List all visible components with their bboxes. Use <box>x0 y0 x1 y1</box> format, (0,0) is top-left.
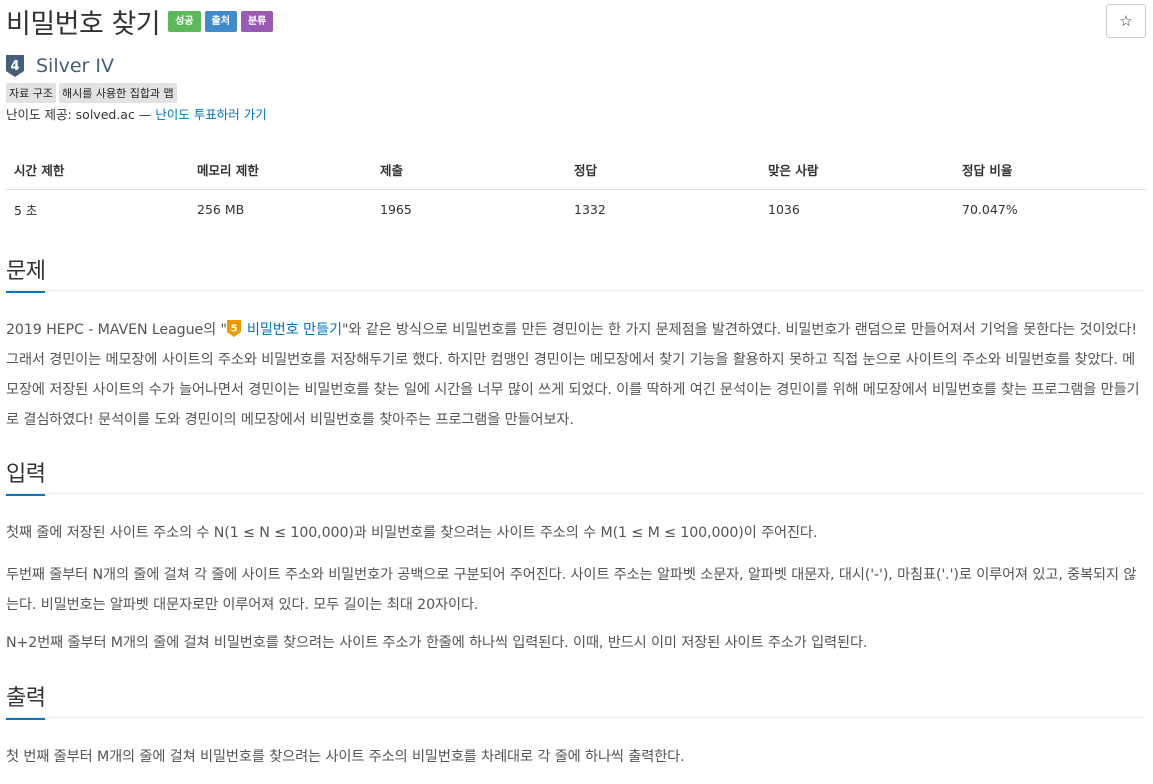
input-paragraph: N+2번째 줄부터 M개의 줄에 걸쳐 비밀번호를 찾으려는 사이트 주소가 한… <box>6 635 868 651</box>
related-problem-tier: 5 <box>230 324 237 335</box>
stats-value-row: 5 초 256 MB 1965 1332 1036 70.047% <box>6 190 1146 230</box>
stats-header-submissions: 제출 <box>372 150 566 190</box>
input-paragraph: 첫째 줄에 저장된 사이트 주소의 수 N(1 ≤ N ≤ 100,000)과 … <box>6 525 818 541</box>
input-heading: 입력 <box>6 456 46 496</box>
stats-ratio: 70.047% <box>962 202 1018 217</box>
stats-header-row: 시간 제한 메모리 제한 제출 정답 맞은 사람 정답 비율 <box>6 150 1146 190</box>
credit-text: 난이도 제공: solved.ac — <box>6 107 156 122</box>
badge-source[interactable]: 출처 <box>204 11 237 32</box>
tag-item[interactable]: 해시를 사용한 집합과 맵 <box>58 83 177 103</box>
problem-description: 2019 HEPC - MAVEN League의 " 5 비밀번호 만들기"와 같… <box>6 315 1146 435</box>
tier-name[interactable]: Silver IV <box>36 55 114 77</box>
related-problem-link[interactable]: 5 비밀번호 만들기 <box>226 320 342 338</box>
output-section-header: 출력 <box>6 680 1146 720</box>
output-heading: 출력 <box>6 680 46 720</box>
silver-tier-icon: 4 <box>6 55 24 77</box>
stats-memory-limit: 256 MB <box>197 202 245 217</box>
problem-text-before: 2019 HEPC - MAVEN League의 " <box>6 322 227 338</box>
stats-submissions: 1965 <box>380 202 412 217</box>
input-section-header: 입력 <box>6 456 1146 496</box>
difficulty-credit: 난이도 제공: solved.ac — 난이도 투표하러 가기 <box>6 104 267 123</box>
title-row: 비밀번호 찾기 성공 출처 분류 <box>6 2 274 41</box>
stats-header-time-limit: 시간 제한 <box>6 150 189 190</box>
page-title: 비밀번호 찾기 <box>6 9 161 40</box>
stats-accepted: 1332 <box>574 202 606 217</box>
stats-header-ratio: 정답 비율 <box>954 150 1146 190</box>
stats-header-accepted: 정답 <box>566 150 760 190</box>
output-paragraph: 첫 번째 줄부터 M개의 줄에 걸쳐 비밀번호를 찾으려는 사이트 주소의 비밀… <box>6 749 685 765</box>
badge-success[interactable]: 성공 <box>168 11 201 32</box>
related-problem-title: 비밀번호 만들기 <box>246 322 342 338</box>
tag-item[interactable]: 자료 구조 <box>6 83 56 103</box>
tier-row: 4 Silver IV <box>6 55 114 77</box>
stats-header-solvers: 맞은 사람 <box>760 150 954 190</box>
vote-difficulty-link[interactable]: 난이도 투표하러 가기 <box>155 107 266 122</box>
favorite-star-button[interactable]: ☆ <box>1106 4 1146 38</box>
tier-number: 4 <box>10 59 19 74</box>
input-paragraph: 두번째 줄부터 N개의 줄에 걸쳐 각 줄에 사이트 주소와 비밀번호가 공백으… <box>6 567 1137 613</box>
stats-solvers: 1036 <box>768 202 800 217</box>
stats-time-limit: 5 초 <box>14 203 38 218</box>
star-icon: ☆ <box>1119 13 1133 30</box>
algorithm-tags: 자료 구조 해시를 사용한 집합과 맵 <box>6 83 180 103</box>
problem-section-header: 문제 <box>6 253 1146 293</box>
stats-header-memory-limit: 메모리 제한 <box>189 150 372 190</box>
gold-tier-icon: 5 <box>226 320 241 337</box>
problem-heading: 문제 <box>6 253 46 293</box>
problem-stats-table: 시간 제한 메모리 제한 제출 정답 맞은 사람 정답 비율 5 초 256 M… <box>6 150 1146 229</box>
badge-category[interactable]: 분류 <box>240 11 274 32</box>
